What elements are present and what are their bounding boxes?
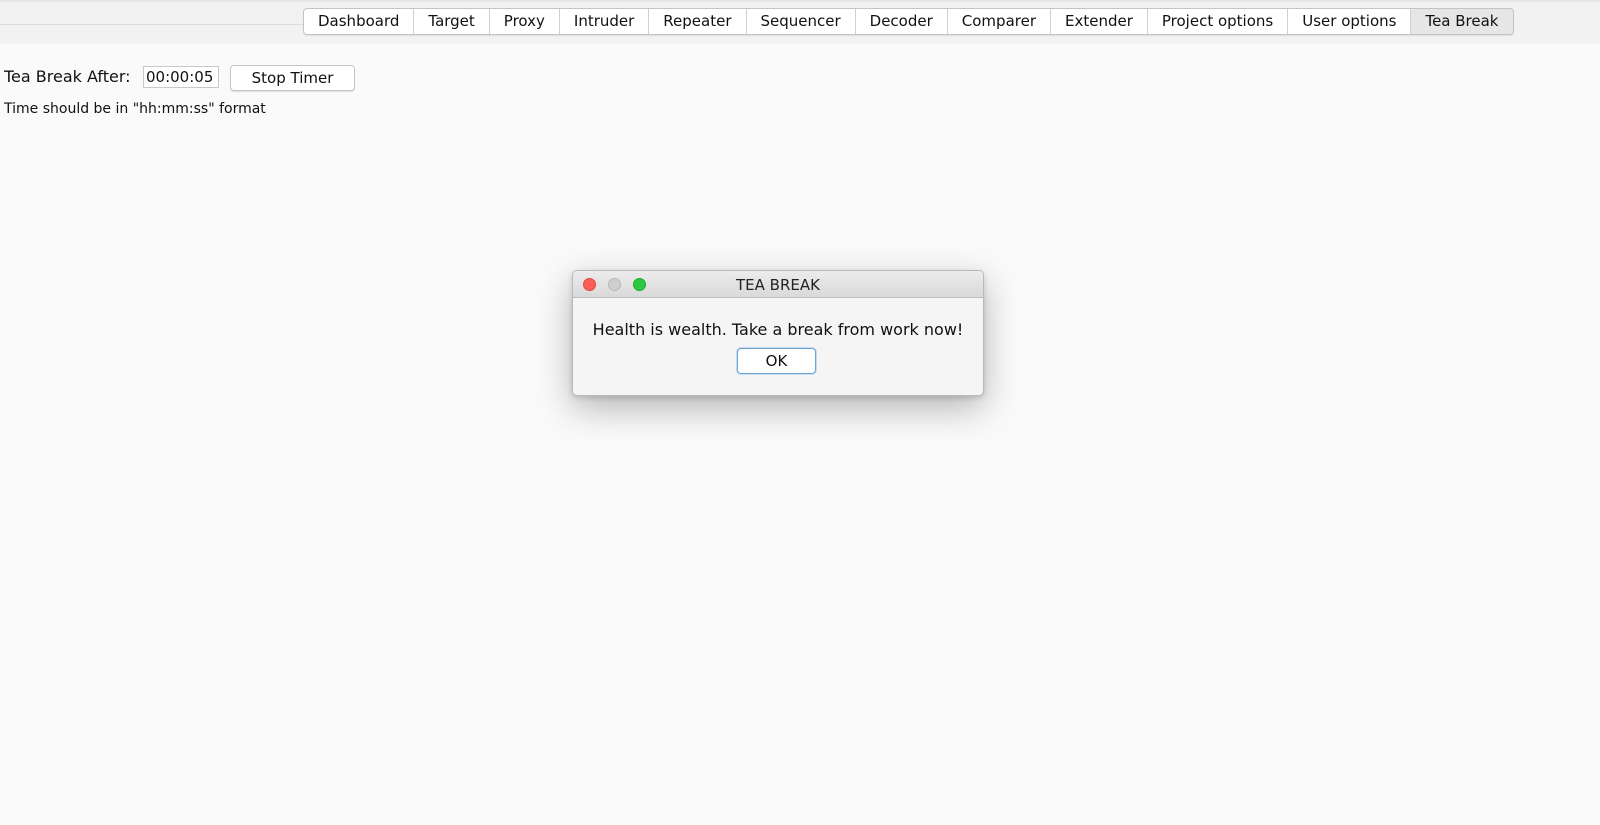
stop-timer-button[interactable]: Stop Timer: [230, 65, 355, 91]
tea-break-dialog: TEA BREAK Health is wealth. Take a break…: [572, 270, 984, 396]
tab-dashboard[interactable]: Dashboard: [304, 9, 415, 34]
dialog-message: Health is wealth. Take a break from work…: [592, 320, 964, 339]
tab-tea-break[interactable]: Tea Break: [1411, 9, 1513, 34]
tab-comparer[interactable]: Comparer: [948, 9, 1051, 34]
tab-target[interactable]: Target: [414, 9, 490, 34]
toolbar-divider: [0, 24, 305, 25]
dialog-title: TEA BREAK: [736, 276, 820, 294]
timer-input[interactable]: [143, 66, 219, 88]
tab-user-options[interactable]: User options: [1288, 9, 1412, 34]
tab-extender[interactable]: Extender: [1051, 9, 1148, 34]
dialog-titlebar[interactable]: TEA BREAK: [573, 271, 983, 298]
tea-break-after-label: Tea Break After:: [4, 67, 131, 86]
time-format-hint: Time should be in "hh:mm:ss" format: [4, 101, 266, 117]
tab-sequencer[interactable]: Sequencer: [747, 9, 856, 34]
tab-intruder[interactable]: Intruder: [560, 9, 650, 34]
tab-proxy[interactable]: Proxy: [490, 9, 560, 34]
main-tab-bar: Dashboard Target Proxy Intruder Repeater…: [303, 8, 1514, 35]
tab-project-options[interactable]: Project options: [1148, 9, 1289, 34]
ok-button[interactable]: OK: [737, 348, 816, 374]
tab-repeater[interactable]: Repeater: [649, 9, 747, 34]
tab-decoder[interactable]: Decoder: [856, 9, 948, 34]
